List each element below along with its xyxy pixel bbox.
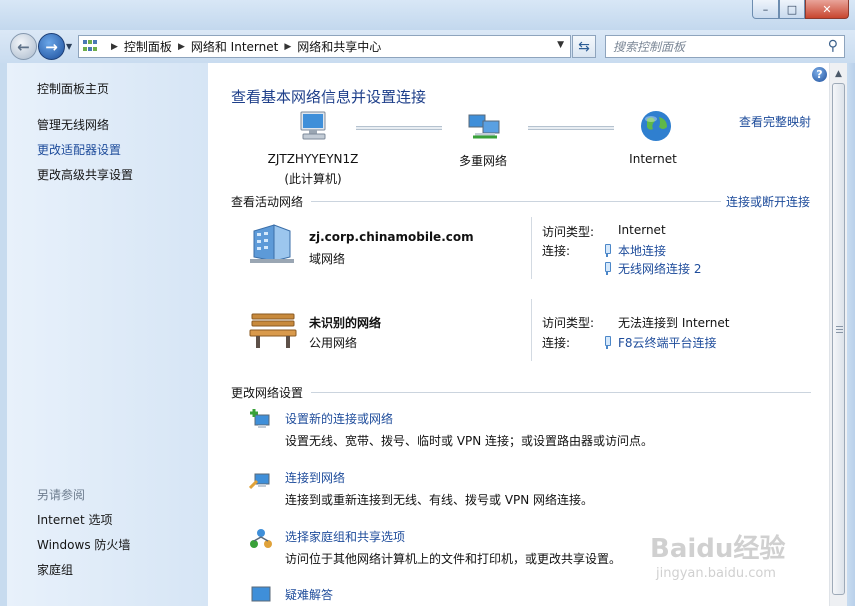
search-input[interactable]: 搜索控制面板 ⚲ xyxy=(605,35,845,58)
chevron-right-icon[interactable]: ▶ xyxy=(111,42,118,52)
access-type-label: 访问类型: xyxy=(542,316,595,330)
grip-line xyxy=(836,326,843,327)
connection-name: 无线网络连接 2 xyxy=(618,262,702,276)
vertical-divider xyxy=(531,217,532,279)
search-placeholder: 搜索控制面板 xyxy=(613,40,686,54)
recent-pages-dropdown-icon[interactable]: ▼ xyxy=(66,42,72,51)
task-description: 访问位于其他网络计算机上的文件和打印机，或更改共享设置。 xyxy=(285,552,622,566)
forward-button[interactable]: → xyxy=(38,33,65,60)
window-border xyxy=(847,63,855,606)
refresh-icon: ⇆ xyxy=(578,38,590,55)
sidebar-item-windows-firewall[interactable]: Windows 防火墙 xyxy=(37,536,130,553)
divider xyxy=(311,201,721,202)
multiple-networks-label: 多重网络 xyxy=(458,154,507,168)
homegroup-sharing-link[interactable]: 选择家庭组和共享选项 xyxy=(285,528,405,545)
connections-label: 连接: xyxy=(542,336,571,350)
computer-name: ZJTZHYYEYN1Z xyxy=(267,152,359,166)
navigation-bar: ← → ▼ ▶ 控制面板 ▶ 网络和 Internet ▶ 网络和共享中心 ▼ … xyxy=(0,30,855,63)
access-type-value: Internet xyxy=(618,223,666,237)
network-name: zj.corp.chinamobile.com xyxy=(309,230,474,244)
connect-disconnect-link[interactable]: 连接或断开连接 xyxy=(726,193,810,210)
sidebar-item-control-panel-home[interactable]: 控制面板主页 xyxy=(37,80,109,97)
scrollbar-thumb[interactable] xyxy=(832,83,845,595)
connection-name: 本地连接 xyxy=(618,244,667,258)
back-button[interactable]: ← xyxy=(10,33,37,60)
access-type-label: 访问类型: xyxy=(542,225,595,239)
divider xyxy=(311,392,811,393)
network-type[interactable]: 公用网络 xyxy=(309,334,357,351)
access-type-value: 无法连接到 Internet xyxy=(618,316,730,330)
troubleshoot-link[interactable]: 疑难解答 xyxy=(285,586,333,603)
connection-line xyxy=(528,126,614,130)
globe-icon xyxy=(641,111,671,141)
internet-label: Internet xyxy=(629,152,677,166)
chevron-right-icon[interactable]: ▶ xyxy=(178,42,185,52)
grip-line xyxy=(836,332,843,333)
sidebar-item-homegroup[interactable]: 家庭组 xyxy=(37,561,73,578)
change-settings-header: 更改网络设置 xyxy=(231,386,304,400)
connection-link-wireless[interactable]: 无线网络连接 2 xyxy=(603,260,701,277)
see-full-map-link[interactable]: 查看完整映射 xyxy=(739,113,811,130)
refresh-button[interactable]: ⇆ xyxy=(572,35,596,58)
address-dropdown-icon[interactable]: ▼ xyxy=(557,40,564,50)
homegroup-icon xyxy=(250,529,272,548)
connect-to-network-icon xyxy=(249,473,270,490)
setup-connection-link[interactable]: 设置新的连接或网络 xyxy=(285,410,393,427)
connection-link-local[interactable]: 本地连接 xyxy=(603,242,666,259)
ethernet-plug-icon xyxy=(603,336,611,349)
minimize-button[interactable]: – xyxy=(752,0,779,19)
connection-link-f8[interactable]: F8云终端平台连接 xyxy=(603,334,717,351)
sidebar-item-internet-options[interactable]: Internet 选项 xyxy=(37,511,112,528)
forward-arrow-icon: → xyxy=(45,37,58,56)
watermark-logo: Baidu经验 xyxy=(650,534,786,564)
address-bar[interactable]: ▶ 控制面板 ▶ 网络和 Internet ▶ 网络和共享中心 ▼ xyxy=(78,35,571,58)
back-arrow-icon: ← xyxy=(17,37,30,56)
scroll-up-icon[interactable]: ▲ xyxy=(830,65,847,82)
connections-label: 连接: xyxy=(542,244,571,258)
control-panel-icon xyxy=(83,39,99,54)
ethernet-plug-icon xyxy=(603,244,611,257)
task-description: 连接到或重新连接到无线、有线、拨号或 VPN 网络连接。 xyxy=(285,493,594,507)
active-networks-header: 查看活动网络 xyxy=(231,195,304,209)
network-name: 未识别的网络 xyxy=(309,316,382,330)
task-description: 设置无线、宽带、拨号、临时或 VPN 连接；或设置路由器或访问点。 xyxy=(285,434,654,448)
vertical-divider xyxy=(531,299,532,361)
main-content: ? 查看基本网络信息并设置连接 查看完整映射 ZJTZHYYEYN1Z (此计算… xyxy=(208,63,829,606)
computer-icon xyxy=(300,111,326,140)
ethernet-plug-icon xyxy=(603,262,611,275)
grip-line xyxy=(836,329,843,330)
breadcrumb-control-panel[interactable]: 控制面板 xyxy=(124,38,172,55)
connection-line xyxy=(356,126,442,130)
vertical-scrollbar[interactable]: ▲ xyxy=(829,63,847,606)
sidebar-item-advanced-sharing[interactable]: 更改高级共享设置 xyxy=(37,166,133,183)
title-bar: – □ ✕ xyxy=(0,0,855,30)
new-connection-icon xyxy=(250,409,270,428)
park-bench-icon xyxy=(249,313,297,348)
window-controls: – □ ✕ xyxy=(752,0,849,19)
close-button[interactable]: ✕ xyxy=(805,0,849,19)
troubleshoot-icon xyxy=(251,586,271,602)
network-icon xyxy=(468,114,500,139)
see-also-header: 另请参阅 xyxy=(37,488,86,502)
map-multiple-networks[interactable] xyxy=(463,109,507,146)
domain-network-icon xyxy=(250,224,294,263)
connect-to-network-link[interactable]: 连接到网络 xyxy=(285,469,345,486)
connection-name: F8云终端平台连接 xyxy=(618,336,717,350)
help-icon[interactable]: ? xyxy=(812,67,827,82)
sidebar: 控制面板主页 管理无线网络 更改适配器设置 更改高级共享设置 另请参阅 Inte… xyxy=(7,63,208,606)
breadcrumb-network-internet[interactable]: 网络和 Internet xyxy=(191,38,278,55)
maximize-button[interactable]: □ xyxy=(779,0,805,19)
watermark-url: jingyan.baidu.com xyxy=(656,566,776,581)
map-computer[interactable] xyxy=(268,109,358,146)
sidebar-item-change-adapter[interactable]: 更改适配器设置 xyxy=(37,141,121,158)
chevron-right-icon[interactable]: ▶ xyxy=(284,42,291,52)
breadcrumb-network-sharing-center[interactable]: 网络和共享中心 xyxy=(297,38,381,55)
network-type[interactable]: 域网络 xyxy=(309,250,345,267)
sidebar-item-manage-wireless[interactable]: 管理无线网络 xyxy=(37,116,109,133)
page-title: 查看基本网络信息并设置连接 xyxy=(231,88,427,106)
search-icon[interactable]: ⚲ xyxy=(828,38,838,54)
computer-subtitle: (此计算机) xyxy=(284,172,342,186)
map-internet[interactable] xyxy=(636,109,676,146)
